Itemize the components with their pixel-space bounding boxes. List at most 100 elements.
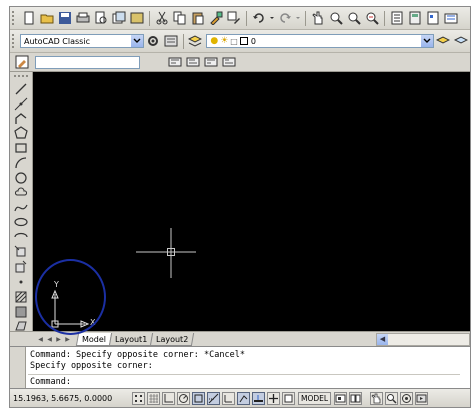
horizontal-scrollbar[interactable]: ◀ bbox=[376, 333, 470, 346]
command-window-grip[interactable] bbox=[10, 347, 26, 389]
command-window[interactable]: Command: Specify opposite corner: *Cance… bbox=[10, 346, 470, 389]
toolbar-grip[interactable] bbox=[12, 34, 17, 48]
block-editor-icon[interactable] bbox=[226, 10, 242, 26]
ellipse-icon[interactable] bbox=[13, 215, 29, 229]
plot-preview-icon[interactable] bbox=[93, 10, 109, 26]
coordinate-readout[interactable]: 15.1963, 5.6675, 0.0000 bbox=[13, 394, 131, 403]
layer-dropdown[interactable]: ● ☀ □ 0 bbox=[206, 34, 435, 48]
spline-icon[interactable] bbox=[13, 200, 29, 214]
save-icon[interactable] bbox=[57, 10, 73, 26]
showmotion-icon[interactable] bbox=[415, 392, 429, 405]
hatch-icon[interactable] bbox=[13, 290, 29, 304]
redo-dropdown-icon[interactable] bbox=[295, 10, 301, 26]
quick-view-layouts-icon[interactable] bbox=[334, 392, 348, 405]
lock-icon: □ bbox=[230, 36, 238, 46]
block-attribute-icon[interactable] bbox=[185, 54, 201, 70]
properties-toolbar bbox=[10, 53, 470, 72]
tab-layout2[interactable]: Layout2 bbox=[150, 332, 195, 346]
properties-icon[interactable] bbox=[389, 10, 405, 26]
chevron-down-icon[interactable] bbox=[130, 35, 143, 47]
pan-icon[interactable] bbox=[310, 10, 326, 26]
canvas-graphics bbox=[51, 228, 196, 328]
zoom-window-icon[interactable] bbox=[346, 10, 362, 26]
my-workspace-icon[interactable] bbox=[163, 33, 179, 49]
toolbar-grip[interactable] bbox=[12, 11, 17, 25]
crosshair-cursor bbox=[136, 228, 196, 278]
scroll-left-icon[interactable]: ◀ bbox=[377, 334, 388, 345]
ucs-icon bbox=[51, 289, 90, 328]
circle-icon[interactable] bbox=[13, 171, 29, 185]
qp-toggle-icon[interactable] bbox=[267, 392, 280, 405]
layer-properties-icon[interactable] bbox=[188, 33, 204, 49]
command-prompt[interactable]: Command: bbox=[30, 377, 71, 387]
new-icon[interactable] bbox=[21, 10, 37, 26]
match-properties-icon[interactable] bbox=[208, 10, 224, 26]
pan-icon[interactable] bbox=[370, 392, 384, 405]
tab-layout1[interactable]: Layout1 bbox=[108, 332, 154, 346]
first-tab-icon[interactable]: ◀ bbox=[36, 334, 45, 344]
arc-icon[interactable] bbox=[13, 156, 29, 170]
block-attribute-icon[interactable] bbox=[203, 54, 219, 70]
sheet-set-icon[interactable] bbox=[443, 10, 459, 26]
next-tab-icon[interactable]: ▶ bbox=[54, 334, 63, 344]
gradient-icon[interactable] bbox=[13, 304, 29, 318]
model-space-button[interactable]: MODEL bbox=[298, 392, 332, 405]
edit-text-icon[interactable] bbox=[14, 54, 30, 70]
command-history-line: Specify opposite corner: bbox=[30, 361, 153, 371]
workspaces-layers-toolbar: AutoCAD Classic ● ☀ □ 0 bbox=[10, 30, 470, 53]
rectangle-icon[interactable] bbox=[13, 141, 29, 155]
zoom-realtime-icon[interactable] bbox=[328, 10, 344, 26]
open-icon[interactable] bbox=[39, 10, 55, 26]
sc-toggle-icon[interactable] bbox=[282, 392, 295, 405]
toolbar-grip[interactable] bbox=[14, 75, 28, 80]
osnap-toggle-icon[interactable] bbox=[192, 392, 205, 405]
prev-tab-icon[interactable]: ◀ bbox=[45, 334, 54, 344]
copy-icon[interactable] bbox=[172, 10, 188, 26]
layer-previous-icon[interactable] bbox=[453, 33, 469, 49]
dyn-toggle-icon[interactable] bbox=[237, 392, 250, 405]
line-icon[interactable] bbox=[13, 82, 29, 96]
zoom-previous-icon[interactable] bbox=[364, 10, 380, 26]
grid-toggle-icon[interactable] bbox=[147, 392, 160, 405]
toolbar-separator bbox=[149, 10, 150, 26]
3d-dwf-icon[interactable] bbox=[129, 10, 145, 26]
paste-icon[interactable] bbox=[190, 10, 206, 26]
revision-cloud-icon[interactable] bbox=[13, 186, 29, 200]
ellipse-arc-icon[interactable] bbox=[13, 230, 29, 244]
ortho-toggle-icon[interactable] bbox=[162, 392, 175, 405]
make-object-layer-current-icon[interactable] bbox=[435, 33, 451, 49]
drawing-canvas[interactable]: Y X bbox=[33, 72, 470, 331]
quick-view-drawings-icon[interactable] bbox=[349, 392, 363, 405]
workspace-dropdown[interactable]: AutoCAD Classic bbox=[19, 34, 144, 48]
ducs-toggle-icon[interactable] bbox=[222, 392, 235, 405]
otrack-toggle-icon[interactable] bbox=[207, 392, 220, 405]
lineweight-toggle-icon[interactable] bbox=[252, 392, 265, 405]
construction-line-icon[interactable] bbox=[13, 97, 29, 111]
tab-model[interactable]: Model bbox=[75, 332, 113, 346]
make-block-icon[interactable] bbox=[13, 260, 29, 274]
cut-icon[interactable] bbox=[154, 10, 170, 26]
chevron-down-icon[interactable] bbox=[421, 35, 434, 47]
block-attribute-icon[interactable] bbox=[167, 54, 183, 70]
undo-icon[interactable] bbox=[251, 10, 267, 26]
point-icon[interactable] bbox=[13, 275, 29, 289]
snap-toggle-icon[interactable] bbox=[132, 392, 145, 405]
publish-icon[interactable] bbox=[111, 10, 127, 26]
style-dropdown[interactable] bbox=[35, 55, 140, 69]
plot-icon[interactable] bbox=[75, 10, 91, 26]
redo-icon[interactable] bbox=[277, 10, 293, 26]
workspace-settings-icon[interactable] bbox=[145, 33, 161, 49]
toolbar-separator bbox=[182, 33, 184, 49]
standard-toolbar bbox=[10, 7, 470, 30]
zoom-icon[interactable] bbox=[385, 392, 399, 405]
polar-toggle-icon[interactable] bbox=[177, 392, 190, 405]
block-attribute-icon[interactable] bbox=[221, 54, 237, 70]
insert-block-icon[interactable] bbox=[13, 245, 29, 259]
polygon-icon[interactable] bbox=[13, 126, 29, 140]
polyline-icon[interactable] bbox=[13, 111, 29, 125]
design-center-icon[interactable] bbox=[407, 10, 423, 26]
steering-wheel-icon[interactable] bbox=[400, 392, 414, 405]
last-tab-icon[interactable]: ▶ bbox=[63, 334, 72, 344]
tool-palettes-icon[interactable] bbox=[425, 10, 441, 26]
undo-dropdown-icon[interactable] bbox=[269, 10, 275, 26]
